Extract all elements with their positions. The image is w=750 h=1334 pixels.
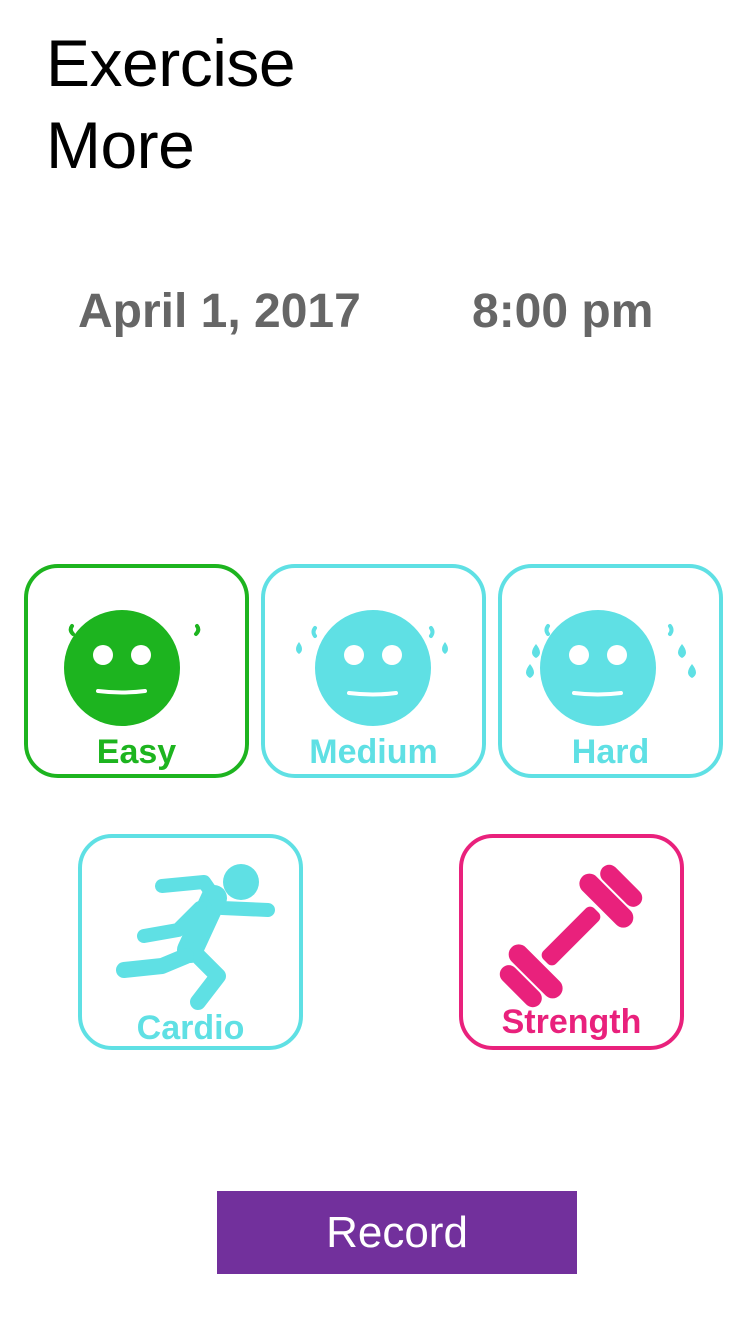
page-title: Exercise More bbox=[46, 22, 296, 186]
difficulty-medium-button[interactable]: Medium bbox=[261, 564, 486, 778]
exercise-cardio-button[interactable]: Cardio bbox=[78, 834, 303, 1050]
exercise-strength-label: Strength bbox=[501, 1003, 642, 1041]
difficulty-hard-label: Hard bbox=[571, 733, 650, 771]
difficulty-easy-label: Easy bbox=[96, 733, 177, 771]
exercise-strength-button[interactable]: Strength bbox=[459, 834, 684, 1050]
exercise-cardio-label: Cardio bbox=[136, 1009, 245, 1047]
difficulty-hard-button[interactable]: Hard bbox=[498, 564, 723, 778]
difficulty-easy-button[interactable]: Easy bbox=[24, 564, 249, 778]
date-value[interactable]: April 1, 2017 bbox=[78, 284, 361, 340]
page-title-line-2: More bbox=[46, 108, 195, 182]
time-value[interactable]: 8:00 pm bbox=[472, 284, 653, 340]
page-title-line-1: Exercise bbox=[46, 26, 296, 100]
record-button[interactable]: Record bbox=[217, 1191, 577, 1274]
difficulty-medium-label: Medium bbox=[309, 733, 438, 771]
